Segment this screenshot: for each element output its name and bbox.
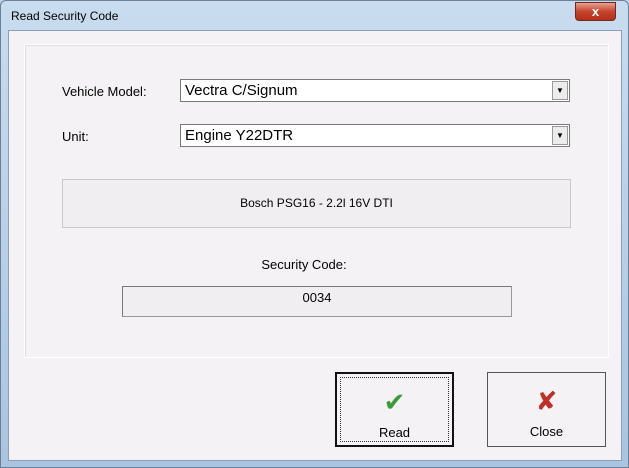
- unit-select[interactable]: Engine Y22DTR ▼: [180, 124, 570, 147]
- ecu-info-box: Bosch PSG16 - 2.2l 16V DTI: [62, 179, 571, 228]
- chevron-down-icon[interactable]: ▼: [552, 126, 568, 145]
- security-code-label: Security Code:: [261, 257, 347, 272]
- close-button[interactable]: ✘ Close: [487, 372, 606, 447]
- unit-value: Engine Y22DTR: [185, 127, 294, 144]
- cross-icon: ✘: [535, 386, 558, 416]
- security-code-field: 0034: [122, 286, 512, 317]
- window-close-button[interactable]: x: [575, 2, 616, 21]
- unit-label: Unit:: [62, 129, 89, 144]
- window-title: Read Security Code: [11, 9, 119, 23]
- focus-rect: [340, 377, 449, 442]
- chevron-down-icon[interactable]: ▼: [552, 81, 568, 100]
- vehicle-model-label: Vehicle Model:: [62, 84, 147, 99]
- read-button[interactable]: ✔ Read: [335, 372, 454, 447]
- vehicle-model-select[interactable]: Vectra C/Signum ▼: [180, 79, 570, 102]
- vehicle-model-value: Vectra C/Signum: [185, 82, 298, 99]
- close-button-label: Close: [529, 424, 564, 439]
